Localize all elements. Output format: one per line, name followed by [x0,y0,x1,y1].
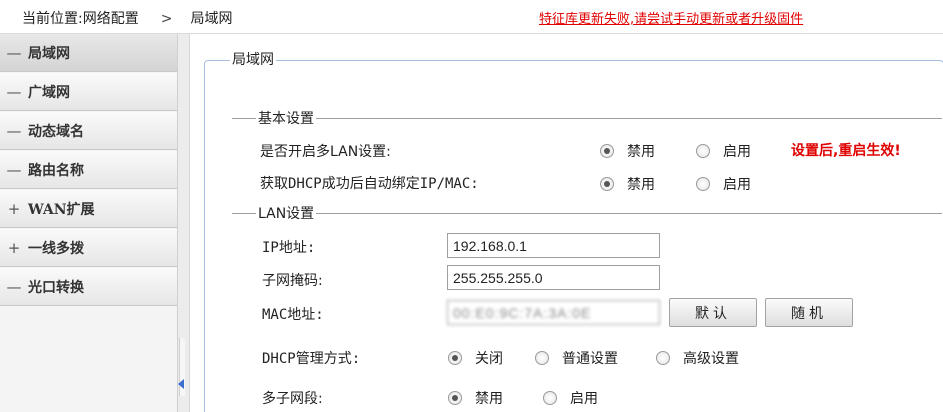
sidebar-item-wan[interactable]: — 广域网 [0,73,177,111]
firmware-update-alert-link[interactable]: 特征库更新失败,请尝试手动更新或者升级固件 [539,8,803,27]
dhcp-advanced-radio[interactable]: 高级设置 [656,348,739,368]
radio-label: 普通设置 [562,351,618,367]
radio-unchecked-icon [656,351,670,365]
top-bar: 当前位置:网络配置 > 局域网 特征库更新失败,请尝试手动更新或者升级固件 [0,0,943,34]
sidebar-item-label: WAN扩展 [28,201,95,218]
random-mac-button[interactable]: 随机 [765,298,853,327]
subnet-mask-input[interactable] [447,265,660,290]
multi-subnet-enable-radio[interactable]: 启用 [543,388,598,408]
multi-lan-enable-radio[interactable]: 启用 [696,141,751,161]
radio-label: 高级设置 [683,351,739,367]
sidebar-item-label: 广域网 [28,84,70,101]
section-divider [232,118,942,119]
collapse-icon: — [6,121,22,140]
radio-label: 启用 [723,144,751,160]
lan-settings-title: LAN设置 [256,203,317,223]
radio-label: 关闭 [475,351,503,367]
sidebar-item-lan[interactable]: — 局域网 [0,34,177,72]
multi-lan-disable-radio[interactable]: 禁用 [600,141,655,161]
sidebar-item-ddns[interactable]: — 动态域名 [0,112,177,150]
multi-subnet-disable-radio[interactable]: 禁用 [448,388,503,408]
dhcp-normal-radio[interactable]: 普通设置 [535,348,618,368]
radio-unchecked-icon [535,351,549,365]
radio-label: 禁用 [627,177,655,193]
breadcrumb-separator: > [160,11,173,27]
sidebar-item-router-name[interactable]: — 路由名称 [0,151,177,189]
breadcrumb-current: 局域网 [190,11,233,27]
radio-checked-icon [600,144,614,158]
auto-bind-label: 获取DHCP成功后自动绑定IP/MAC: [260,176,479,192]
radio-label: 启用 [570,391,598,407]
expand-icon: + [7,238,21,257]
sidebar: — 局域网 — 广域网 — 动态域名 — 路由名称 + WAN扩展 + 一线多拨 — 光口转换 [0,34,178,412]
radio-unchecked-icon [543,391,557,405]
multi-lan-label: 是否开启多LAN设置: [260,144,391,160]
radio-label: 禁用 [475,391,503,407]
restart-note: 设置后,重启生效! [791,143,901,159]
radio-unchecked-icon [696,177,710,191]
panel-title: 局域网 [230,49,276,69]
radio-label: 启用 [723,177,751,193]
basic-settings-title: 基本设置 [256,108,316,128]
mac-address-label: MAC地址: [262,307,324,323]
collapse-icon: — [6,277,22,296]
radio-checked-icon [448,351,462,365]
collapse-icon: — [6,43,22,62]
collapse-sidebar-arrow-icon[interactable] [178,379,184,389]
sidebar-item-multi-dial[interactable]: + 一线多拨 [0,229,177,267]
radio-label: 禁用 [627,144,655,160]
ip-address-input[interactable] [447,233,660,258]
section-divider [232,213,942,214]
ip-address-label: IP地址: [262,240,316,256]
sidebar-item-label: 光口转换 [28,279,84,296]
sidebar-item-label: 路由名称 [28,162,84,179]
expand-icon: + [7,199,21,218]
subnet-mask-label: 子网掩码: [262,273,323,289]
breadcrumb: 当前位置:网络配置 > 局域网 [22,8,232,28]
collapse-icon: — [6,82,22,101]
dhcp-off-radio[interactable]: 关闭 [448,348,503,368]
multi-subnet-label: 多子网段: [262,391,323,407]
breadcrumb-location: 当前位置:网络配置 [22,11,139,27]
collapse-icon: — [6,160,22,179]
auto-bind-enable-radio[interactable]: 启用 [696,174,751,194]
radio-unchecked-icon [696,144,710,158]
sidebar-item-label: 局域网 [28,45,70,62]
dhcp-mode-label: DHCP管理方式: [262,351,361,367]
sidebar-item-wan-expansion[interactable]: + WAN扩展 [0,190,177,228]
default-mac-button[interactable]: 默认 [669,298,757,327]
radio-checked-icon [448,391,462,405]
radio-checked-icon [600,177,614,191]
sidebar-item-label: 动态域名 [28,123,84,140]
sidebar-item-label: 一线多拨 [28,240,84,257]
sidebar-item-optical-port[interactable]: — 光口转换 [0,268,177,306]
mac-address-input[interactable] [447,300,660,325]
auto-bind-disable-radio[interactable]: 禁用 [600,174,655,194]
